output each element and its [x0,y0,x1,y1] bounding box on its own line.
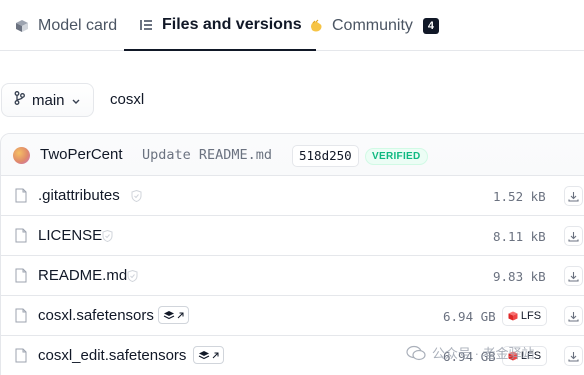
commit-author[interactable]: TwoPerCent [40,146,123,163]
verified-badge: VERIFIED [365,148,428,165]
file-name[interactable]: README.md [38,267,127,284]
file-row[interactable]: LICENSE 8.11 kB [1,216,584,256]
last-commit-row: TwoPerCent Update README.md 518d250 VERI… [1,134,584,176]
file-row[interactable]: README.md 9.83 kB [1,256,584,296]
file-icon [15,268,27,283]
repo-name: cosxl [110,91,145,108]
safetensors-tag[interactable] [193,346,224,364]
safe-shield-icon[interactable] [131,190,142,202]
download-button[interactable] [564,266,583,286]
tab-files-label: Files and versions [162,15,302,33]
tab-community[interactable]: Community 4 [308,0,439,51]
file-name[interactable]: .gitattributes [38,187,120,204]
file-icon [15,228,27,243]
lfs-label: LFS [520,310,542,322]
chevron-down-icon [72,92,80,109]
download-icon [568,271,579,282]
lfs-cube-icon [508,311,518,321]
external-link-icon [177,312,184,318]
commit-message[interactable]: Update README.md [142,147,272,163]
avatar[interactable] [13,147,30,164]
safetensors-tag[interactable] [158,306,189,324]
tab-community-label: Community [332,16,413,34]
file-size: 6.94 GB [443,309,496,324]
file-size: 1.52 kB [493,189,546,204]
file-name[interactable]: cosxl.safetensors [38,307,154,324]
community-count-badge: 4 [422,17,439,34]
download-icon [568,231,579,242]
file-icon [15,348,27,363]
file-icon [15,308,27,323]
download-icon [568,191,579,202]
file-icon [15,188,27,203]
hand-wave-icon [308,18,324,34]
download-button[interactable] [564,186,583,206]
file-list: TwoPerCent Update README.md 518d250 VERI… [0,133,584,375]
cube-icon [14,18,30,34]
external-link-icon [212,352,219,358]
branch-selector[interactable]: main [1,83,94,117]
tab-files-and-versions[interactable]: Files and versions [124,0,316,51]
layers-icon [163,311,175,320]
files-list-icon [138,17,154,33]
safe-shield-icon[interactable] [127,270,138,282]
tab-model-card[interactable]: Model card [14,0,117,51]
branch-label: main [32,91,65,109]
watermark: 公众号 · 老金驿站 [406,343,535,362]
file-size: 8.11 kB [493,229,546,244]
safe-shield-icon[interactable] [102,230,113,242]
file-row[interactable]: .gitattributes 1.52 kB [1,176,584,216]
lfs-badge[interactable]: LFS [502,306,547,326]
layers-icon [198,351,210,360]
file-row[interactable]: cosxl.safetensors 6.94 GB LFS [1,296,584,336]
download-icon [568,311,579,322]
watermark-text: 公众号 · 老金驿站 [432,346,535,361]
download-icon [568,351,579,362]
file-size: 9.83 kB [493,269,546,284]
file-name[interactable]: cosxl_edit.safetensors [38,347,186,364]
file-name[interactable]: LICENSE [38,227,102,244]
wechat-logo-icon [406,345,426,360]
commit-hash[interactable]: 518d250 [292,145,359,167]
download-button[interactable] [564,226,583,246]
git-branch-icon [14,91,25,109]
repo-tabs: Model card Files and versions Community … [0,0,584,51]
tab-model-card-label: Model card [38,16,118,34]
download-button[interactable] [564,346,583,366]
download-button[interactable] [564,306,583,326]
